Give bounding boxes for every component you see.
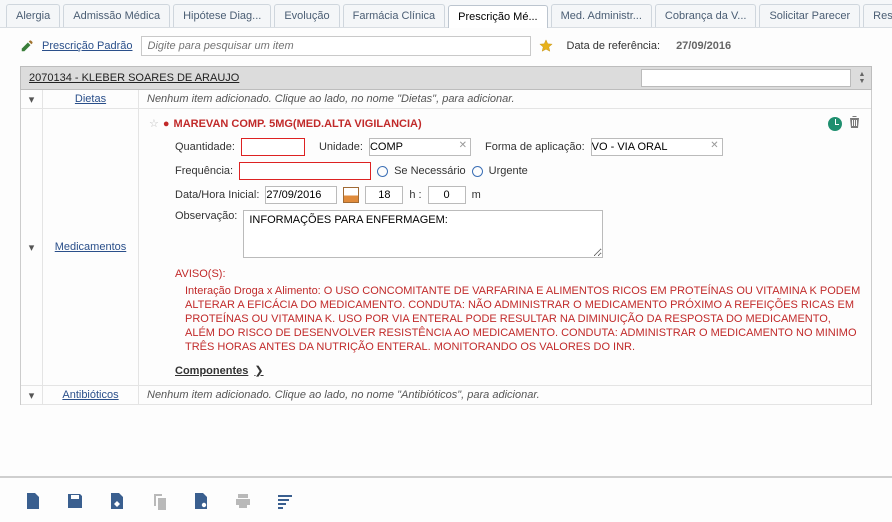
new-doc-button[interactable] <box>20 488 46 514</box>
bottom-toolbar <box>0 476 892 514</box>
unit-input[interactable] <box>369 138 471 156</box>
unit-label: Unidade: <box>319 141 363 153</box>
qty-label: Quantidade: <box>175 141 235 153</box>
prescricao-padrao-link[interactable]: Prescrição Padrão <box>42 40 133 52</box>
save-button[interactable] <box>62 488 88 514</box>
toggle-dietas[interactable]: ▾ <box>21 90 43 108</box>
tab-res[interactable]: Res <box>863 4 892 27</box>
ref-date-label: Data de referência: <box>567 40 661 52</box>
dt-label: Data/Hora Inicial: <box>175 189 259 201</box>
radio-se-necessario[interactable] <box>377 166 388 177</box>
star-icon[interactable] <box>539 39 553 53</box>
clock-icon[interactable] <box>828 117 842 131</box>
label-urgente: Urgente <box>489 165 528 177</box>
tab-parecer[interactable]: Solicitar Parecer <box>759 4 860 27</box>
search-row: Prescrição Padrão Data de referência: 27… <box>0 28 892 64</box>
patient-link[interactable]: 2070134 - KLEBER SOARES DE ARAUJO <box>21 67 639 89</box>
tab-med-administr[interactable]: Med. Administr... <box>551 4 652 27</box>
componentes-label: Componentes <box>175 365 248 377</box>
freq-input[interactable] <box>239 162 371 180</box>
dt-date-input[interactable] <box>265 186 337 204</box>
hint-dietas: Nenhum item adicionado. Clique ao lado, … <box>139 90 871 108</box>
list-button[interactable] <box>272 488 298 514</box>
tab-farmacia[interactable]: Farmácia Clínica <box>343 4 446 27</box>
avisos-text: Interação Droga x Alimento: O USO CONCOM… <box>175 284 861 354</box>
ref-date-value: 27/09/2016 <box>676 40 731 52</box>
trash-icon[interactable] <box>848 115 861 132</box>
label-se-necessario: Se Necessário <box>394 165 466 177</box>
componentes-toggle[interactable]: Componentes ❯ <box>175 364 264 377</box>
tab-admissao[interactable]: Admissão Médica <box>63 4 170 27</box>
obs-textarea[interactable] <box>243 210 603 258</box>
tab-alergia[interactable]: Alergia <box>6 4 60 27</box>
patient-bar: 2070134 - KLEBER SOARES DE ARAUJO ▲ ▼ <box>20 66 872 90</box>
chevron-right-icon: ❯ <box>254 364 263 377</box>
toggle-medicamentos[interactable]: ▾ <box>21 109 43 385</box>
dt-m-suffix: m <box>472 189 481 201</box>
tab-cobranca[interactable]: Cobrança da V... <box>655 4 757 27</box>
obs-label: Observação: <box>175 210 237 222</box>
sections-grid: ▾ Dietas Nenhum item adicionado. Clique … <box>20 90 872 405</box>
chevron-up-icon[interactable]: ▲ <box>853 71 871 78</box>
hint-antibioticos: Nenhum item adicionado. Clique ao lado, … <box>139 386 871 404</box>
calendar-icon[interactable] <box>343 187 359 203</box>
qty-input[interactable] <box>241 138 305 156</box>
dt-hour-input[interactable] <box>365 186 403 204</box>
avisos-heading: AVISO(S): <box>175 268 861 280</box>
link-medicamentos[interactable]: Medicamentos <box>55 241 127 253</box>
row-dietas: ▾ Dietas Nenhum item adicionado. Clique … <box>21 90 871 109</box>
bullet-icon: ● <box>163 118 170 130</box>
tab-bar: Alergia Admissão Médica Hipótese Diag...… <box>0 0 892 28</box>
tab-prescricao[interactable]: Prescrição Mé... <box>448 5 547 28</box>
dt-min-input[interactable] <box>428 186 466 204</box>
fav-star-icon[interactable]: ☆ <box>149 117 159 130</box>
tab-hipotese[interactable]: Hipótese Diag... <box>173 4 271 27</box>
patient-search-input[interactable] <box>641 69 851 87</box>
tab-evolucao[interactable]: Evolução <box>274 4 339 27</box>
print-button[interactable] <box>230 488 256 514</box>
med-title: MAREVAN COMP. 5MG(MED.ALTA VIGILANCIA) <box>174 118 422 130</box>
link-antibioticos[interactable]: Antibióticos <box>62 389 118 401</box>
pencil-icon <box>20 39 34 53</box>
patient-id-name: 2070134 - KLEBER SOARES DE ARAUJO <box>29 72 239 84</box>
dt-h-suffix: h : <box>409 189 421 201</box>
chevron-down-icon[interactable]: ▼ <box>853 78 871 85</box>
radio-urgente[interactable] <box>472 166 483 177</box>
row-antibioticos: ▾ Antibióticos Nenhum item adicionado. C… <box>21 386 871 405</box>
cert-button[interactable] <box>188 488 214 514</box>
med-form: ☆ ● MAREVAN COMP. 5MG(MED.ALTA VIGILANCI… <box>139 109 871 385</box>
sign-button[interactable] <box>104 488 130 514</box>
link-dietas[interactable]: Dietas <box>75 93 106 105</box>
toggle-antibioticos[interactable]: ▾ <box>21 386 43 404</box>
item-search-input[interactable] <box>141 36 531 56</box>
patient-stepper[interactable]: ▲ ▼ <box>853 67 871 89</box>
row-medicamentos: ▾ Medicamentos ☆ ● MAREVAN COMP. 5MG(MED… <box>21 109 871 386</box>
copy-button[interactable] <box>146 488 172 514</box>
route-label: Forma de aplicação: <box>485 141 585 153</box>
route-input[interactable] <box>591 138 723 156</box>
freq-label: Frequência: <box>175 165 233 177</box>
